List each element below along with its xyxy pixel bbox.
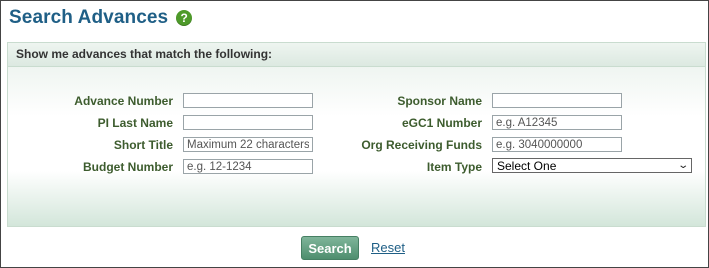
page-title-text: Search Advances [9, 7, 169, 28]
egc1-number-input[interactable] [492, 115, 622, 130]
search-panel: Show me advances that match the followin… [7, 42, 706, 227]
pi-last-name-label: PI Last Name [97, 116, 173, 130]
budget-number-input[interactable] [183, 159, 313, 174]
chevron-down-icon: ⌄ [676, 160, 689, 171]
item-type-selected-value: Select One [497, 158, 557, 173]
advance-number-input[interactable] [183, 93, 313, 108]
sponsor-name-label: Sponsor Name [397, 94, 482, 108]
search-button[interactable]: Search [301, 236, 359, 260]
page-frame: Search Advances ? Show me advances that … [0, 0, 709, 268]
org-receiving-funds-input[interactable] [492, 137, 622, 152]
short-title-input[interactable] [183, 137, 313, 152]
page-title: Search Advances ? [9, 7, 193, 29]
sponsor-name-input[interactable] [492, 93, 622, 108]
item-type-select[interactable]: Select One ⌄ [492, 158, 692, 173]
item-type-label: Item Type [426, 160, 482, 174]
reset-link[interactable]: Reset [371, 240, 405, 255]
short-title-label: Short Title [113, 138, 173, 152]
advance-number-label: Advance Number [74, 94, 173, 108]
question-icon[interactable]: ? [176, 10, 193, 26]
panel-header: Show me advances that match the followin… [8, 43, 705, 67]
budget-number-label: Budget Number [83, 160, 173, 174]
egc1-number-label: eGC1 Number [401, 116, 482, 130]
org-receiving-funds-label: Org Receiving Funds [361, 138, 482, 152]
pi-last-name-input[interactable] [183, 115, 313, 130]
